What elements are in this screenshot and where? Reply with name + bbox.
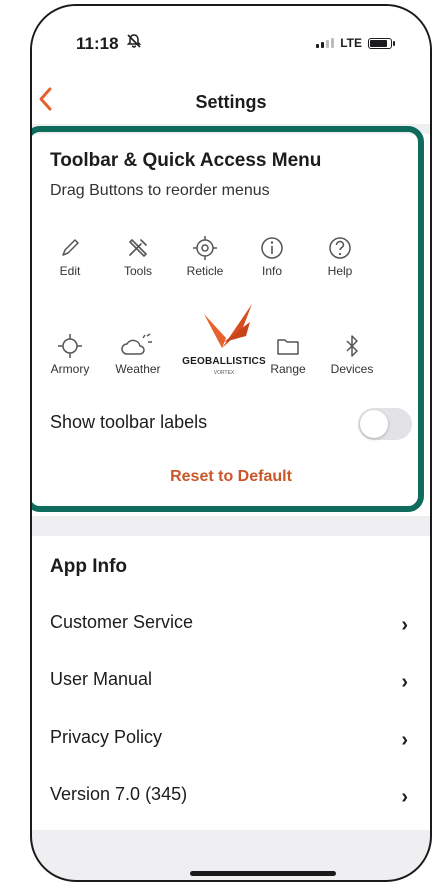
chevron-right-icon: › <box>401 786 408 808</box>
battery-icon <box>368 37 395 49</box>
home-indicator[interactable] <box>190 871 336 876</box>
nav-bar: Settings <box>32 80 430 124</box>
status-time: 11:18 <box>76 34 119 53</box>
page-title: Settings <box>195 92 267 112</box>
chevron-right-icon: › <box>401 729 408 751</box>
bell-slash-icon <box>126 34 142 51</box>
status-indicators: LTE <box>316 36 395 50</box>
row-label: Version 7.0 (345) <box>50 784 188 804</box>
row-label: User Manual <box>50 669 153 689</box>
app-info-title: App Info <box>50 556 128 577</box>
toolbar-settings-card: Toolbar & Quick Access Menu Drag Buttons… <box>32 126 430 516</box>
row-user-manual[interactable]: User Manual › <box>50 661 408 701</box>
row-label: Privacy Policy <box>50 727 163 747</box>
row-customer-service[interactable]: Customer Service › <box>50 604 408 644</box>
app-info-card: App Info Customer Service › User Manual … <box>32 536 430 830</box>
status-bar: 11:18 LTE <box>32 6 430 80</box>
phone-frame: 11:18 LTE Settings Toolbar & Quick Acces… <box>30 4 432 882</box>
signal-icon <box>316 38 335 48</box>
row-privacy-policy[interactable]: Privacy Policy › <box>50 719 408 759</box>
row-label: Customer Service <box>50 612 194 632</box>
focus-highlight-frame <box>32 126 424 512</box>
chevron-right-icon: › <box>401 671 408 693</box>
network-label: LTE <box>340 36 362 50</box>
chevron-right-icon: › <box>401 614 408 636</box>
row-version[interactable]: Version 7.0 (345) › <box>50 776 408 816</box>
